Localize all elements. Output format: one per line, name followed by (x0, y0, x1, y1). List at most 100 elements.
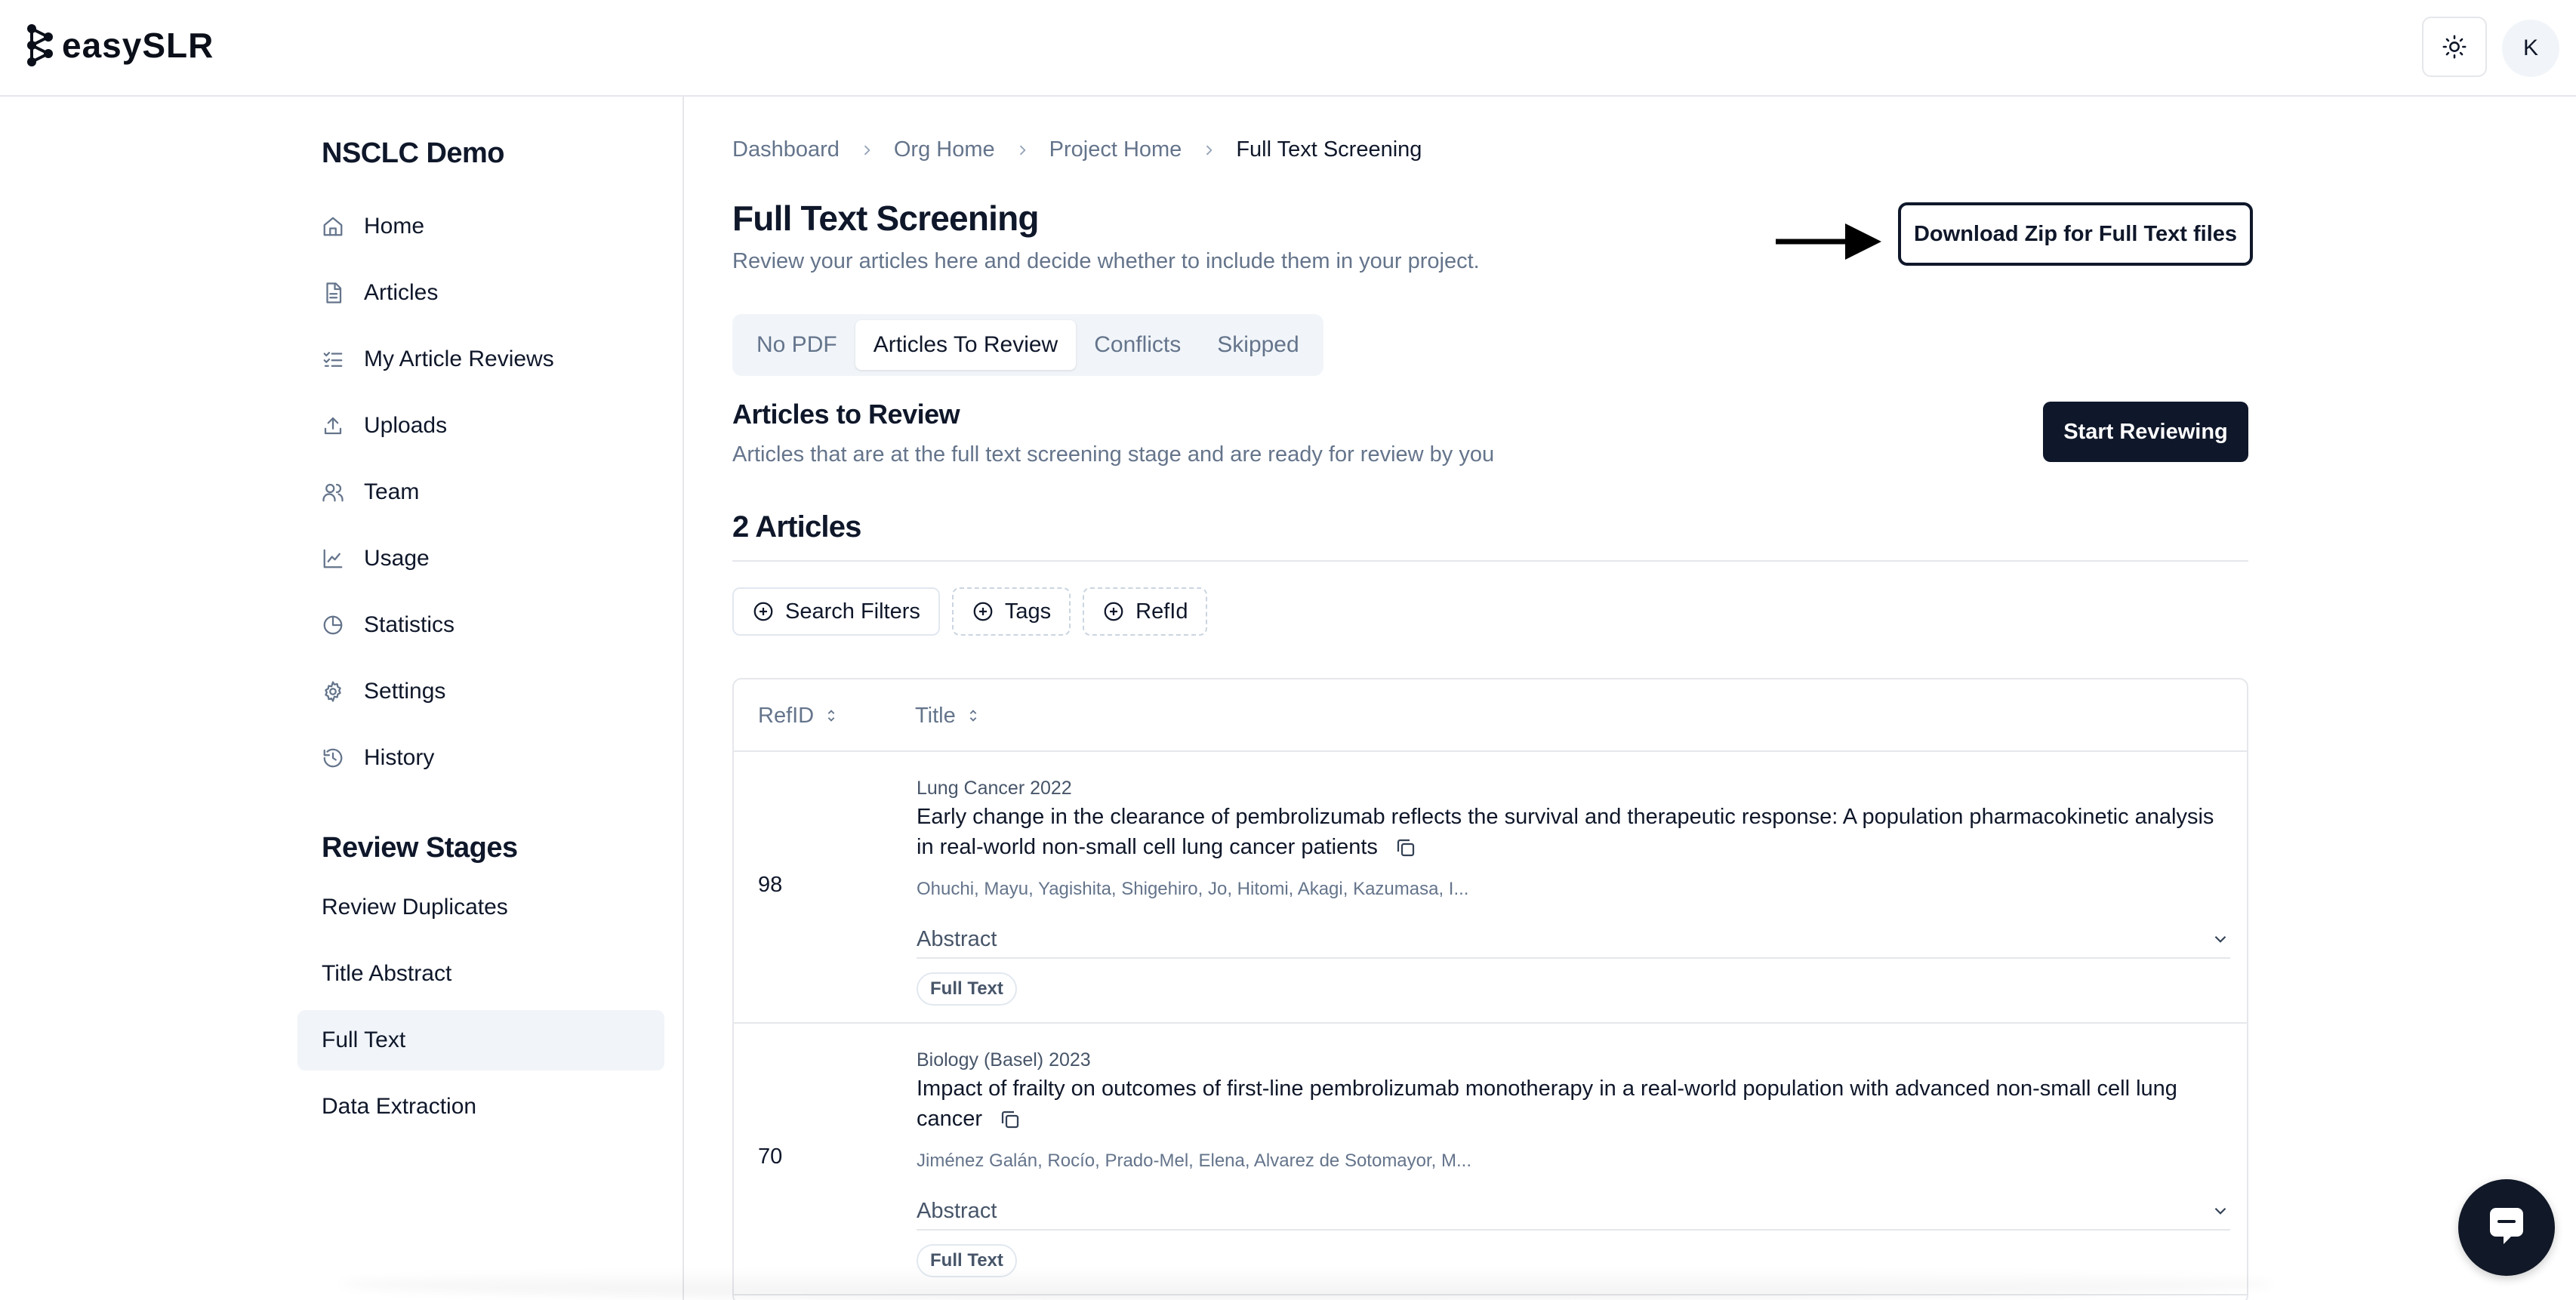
chevron-right-icon (1201, 143, 1216, 158)
stage-full-text[interactable]: Full Text (297, 1010, 664, 1070)
review-stages-list: Review Duplicates Title Abstract Full Te… (297, 877, 664, 1143)
sidebar-item-label: Usage (364, 546, 430, 571)
copy-icon[interactable] (999, 1108, 1021, 1131)
tab-conflicts[interactable]: Conflicts (1076, 320, 1199, 370)
plus-circle-icon (753, 602, 773, 621)
column-label: Title (915, 703, 956, 728)
row-title-text: Impact of frailty on outcomes of first-l… (917, 1077, 2177, 1131)
sidebar-item-uploads[interactable]: Uploads (322, 393, 669, 459)
page-title: Full Text Screening (732, 199, 1040, 238)
filter-label: Search Filters (785, 599, 920, 624)
row-title: Impact of frailty on outcomes of first-l… (917, 1074, 2230, 1134)
user-avatar[interactable]: K (2502, 20, 2559, 77)
sidebar-item-team[interactable]: Team (322, 459, 669, 525)
users-icon (322, 481, 344, 504)
sort-icon (827, 710, 835, 722)
document-icon (322, 282, 344, 304)
project-name: NSCLC Demo (322, 137, 505, 169)
section-subtitle: Articles that are at the full text scree… (732, 442, 1495, 467)
row-authors: Jiménez Galán, Rocío, Prado-Mel, Elena, … (917, 1151, 1471, 1171)
sidebar: NSCLC Demo Home Articles My Article Revi… (0, 97, 684, 1300)
logo-icon (27, 24, 53, 66)
tags-filter-button[interactable]: Tags (951, 587, 1071, 636)
row-refid: 98 (758, 873, 783, 897)
breadcrumb: Dashboard Org Home Project Home Full Tex… (732, 137, 1422, 162)
line-chart-icon (322, 547, 344, 570)
sidebar-item-label: History (364, 745, 435, 770)
sun-icon (2442, 35, 2467, 59)
sidebar-item-history[interactable]: History (322, 725, 669, 791)
plus-circle-icon (973, 602, 993, 621)
home-icon (322, 215, 344, 238)
pie-chart-icon (322, 614, 344, 636)
abstract-toggle[interactable]: Abstract (917, 921, 2230, 959)
sidebar-item-home[interactable]: Home (322, 193, 669, 260)
sidebar-item-usage[interactable]: Usage (322, 525, 669, 592)
sidebar-item-label: Statistics (364, 612, 455, 637)
breadcrumb-project-home[interactable]: Project Home (1049, 137, 1182, 162)
upload-icon (322, 414, 344, 437)
sidebar-item-statistics[interactable]: Statistics (322, 592, 669, 658)
chevron-right-icon (1015, 143, 1030, 158)
abstract-label: Abstract (917, 1198, 997, 1223)
stage-data-extraction[interactable]: Data Extraction (297, 1077, 664, 1137)
stage-review-duplicates[interactable]: Review Duplicates (297, 877, 664, 938)
page-subtitle: Review your articles here and decide whe… (732, 249, 1480, 273)
column-header-refid[interactable]: RefID (758, 679, 840, 752)
sidebar-item-label: Settings (364, 679, 446, 704)
breadcrumb-org-home[interactable]: Org Home (894, 137, 995, 162)
review-stages-title: Review Stages (322, 832, 518, 864)
plus-circle-icon (1104, 602, 1123, 621)
download-zip-button[interactable]: Download Zip for Full Text files (1898, 202, 2253, 266)
stage-title-abstract[interactable]: Title Abstract (297, 944, 664, 1004)
tab-articles-to-review[interactable]: Articles To Review (855, 320, 1077, 370)
chat-widget-button[interactable] (2458, 1179, 2555, 1276)
tab-skipped[interactable]: Skipped (1199, 320, 1317, 370)
logo-text: easySLR (62, 26, 214, 65)
column-header-title[interactable]: Title (915, 679, 981, 752)
gear-icon (322, 680, 344, 703)
sidebar-item-label: Articles (364, 280, 439, 305)
start-reviewing-button[interactable]: Start Reviewing (2043, 402, 2248, 462)
list-check-icon (322, 348, 344, 371)
copy-icon[interactable] (1394, 836, 1417, 859)
divider (732, 560, 2248, 562)
filter-bar: Search Filters Tags RefId (732, 587, 1219, 636)
filter-label: Tags (1004, 599, 1052, 624)
row-title-text: Early change in the clearance of pembrol… (917, 805, 2214, 859)
app-logo[interactable]: easySLR (24, 23, 214, 68)
row-title: Early change in the clearance of pembrol… (917, 802, 2230, 862)
history-icon (322, 747, 344, 769)
table-header: RefID Title (734, 679, 2247, 752)
theme-toggle-button[interactable] (2422, 17, 2487, 77)
filter-label: RefId (1135, 599, 1188, 624)
bottom-shadow (340, 1268, 2272, 1300)
breadcrumb-dashboard[interactable]: Dashboard (732, 137, 840, 162)
sidebar-item-label: Team (364, 479, 420, 504)
abstract-label: Abstract (917, 926, 997, 951)
chat-bubble-icon (2490, 1208, 2523, 1244)
articles-table: RefID Title 98 Lung Cancer 2022 Early ch… (732, 678, 2248, 1300)
sidebar-item-label: Home (364, 214, 425, 239)
sidebar-item-label: Uploads (364, 413, 448, 438)
row-journal: Biology (Basel) 2023 (917, 1049, 1091, 1070)
table-row[interactable]: 70 Biology (Basel) 2023 Impact of frailt… (734, 1024, 2247, 1295)
refid-filter-button[interactable]: RefId (1083, 587, 1208, 636)
stage-badge: Full Text (917, 972, 1017, 1006)
sort-icon (969, 710, 977, 722)
breadcrumb-current: Full Text Screening (1236, 137, 1422, 162)
search-filters-button[interactable]: Search Filters (732, 587, 940, 636)
sidebar-item-my-article-reviews[interactable]: My Article Reviews (322, 326, 669, 393)
chevron-down-icon (2214, 1207, 2226, 1215)
sidebar-nav: Home Articles My Article Reviews Uploads… (322, 193, 669, 791)
section-title: Articles to Review (732, 399, 960, 430)
table-row[interactable]: 98 Lung Cancer 2022 Early change in the … (734, 752, 2247, 1024)
row-authors: Ohuchi, Mayu, Yagishita, Shigehiro, Jo, … (917, 879, 1469, 899)
arrow-right-icon (1776, 223, 1881, 260)
sidebar-item-settings[interactable]: Settings (322, 658, 669, 725)
tab-no-pdf[interactable]: No PDF (738, 320, 855, 370)
chevron-down-icon (2214, 935, 2226, 943)
chevron-right-icon (859, 143, 874, 158)
sidebar-item-articles[interactable]: Articles (322, 260, 669, 326)
abstract-toggle[interactable]: Abstract (917, 1193, 2230, 1231)
